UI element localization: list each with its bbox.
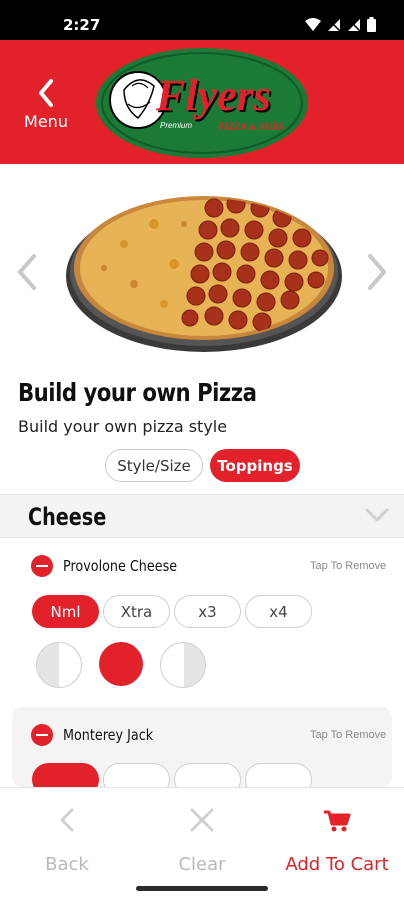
- menu-label: Menu: [24, 112, 68, 131]
- tap-to-remove-link[interactable]: Tap To Remove: [310, 560, 386, 572]
- left-half-icon: [37, 643, 59, 687]
- remove-topping-icon[interactable]: [31, 724, 53, 746]
- topping-name: Monterey Jack: [63, 726, 154, 744]
- section-title: Cheese: [28, 503, 107, 531]
- section-header-cheese[interactable]: Cheese: [0, 494, 404, 538]
- chevron-left-icon: [39, 79, 53, 107]
- product-image-carousel: [0, 164, 404, 364]
- tab-toppings-label: Toppings: [217, 456, 293, 475]
- wifi-icon: [305, 17, 321, 31]
- chevron-down-icon[interactable]: [364, 505, 390, 525]
- amount-x3-button[interactable]: x3: [174, 595, 241, 628]
- battery-icon: [367, 17, 376, 32]
- status-bar: 2:27: [0, 0, 404, 40]
- app-header: Menu Flyers Flyers Premium PIZZA & SUBS: [0, 40, 404, 164]
- amount-xtra-button[interactable]: Xtra: [103, 595, 170, 628]
- add-to-cart-button[interactable]: Add To Cart: [270, 788, 404, 888]
- svg-text:Flyers: Flyers: [155, 71, 271, 120]
- topping-card: Monterey Jack Tap To Remove: [12, 707, 392, 787]
- clear-label: Clear: [178, 854, 226, 875]
- placement-right-half-button[interactable]: [160, 642, 206, 688]
- tab-style-size-label: Style/Size: [117, 456, 191, 475]
- signal-off-icon-2: [348, 18, 361, 32]
- close-icon: [190, 808, 214, 832]
- cart-icon: [324, 810, 351, 832]
- topping-name: Provolone Cheese: [63, 557, 178, 575]
- amount-label: Nml: [50, 602, 81, 621]
- amount-x4-button[interactable]: x4: [245, 595, 312, 628]
- chevron-left-icon[interactable]: [14, 252, 38, 292]
- chevron-right-icon[interactable]: [366, 252, 390, 292]
- amount-xtra-button[interactable]: [103, 763, 170, 787]
- add-to-cart-label: Add To Cart: [285, 854, 389, 875]
- amount-label: x4: [269, 602, 288, 621]
- status-time: 2:27: [63, 16, 101, 34]
- chevron-left-icon: [60, 808, 74, 832]
- pizza-image: [66, 196, 342, 352]
- svg-text:Premium: Premium: [160, 121, 192, 130]
- placement-left-half-button[interactable]: [36, 642, 82, 688]
- remove-topping-icon[interactable]: [31, 555, 53, 577]
- product-title: Build your own Pizza: [18, 378, 257, 407]
- placement-whole-button[interactable]: [99, 642, 143, 686]
- menu-button[interactable]: Menu: [20, 78, 72, 134]
- amount-nml-button[interactable]: Nml: [32, 595, 99, 628]
- amount-x3-button[interactable]: [174, 763, 241, 787]
- right-half-icon: [184, 643, 205, 687]
- back-label: Back: [45, 854, 89, 875]
- amount-x4-button[interactable]: [245, 763, 312, 787]
- amount-label: x3: [198, 602, 217, 621]
- tab-style-size[interactable]: Style/Size: [105, 449, 203, 482]
- product-subtitle: Build your own pizza style: [18, 417, 228, 436]
- tab-toppings[interactable]: Toppings: [210, 449, 300, 482]
- brand-logo: Flyers Flyers Premium PIZZA & SUBS: [94, 46, 310, 165]
- svg-text:PIZZA & SUBS: PIZZA & SUBS: [218, 122, 285, 133]
- amount-label: Xtra: [120, 602, 153, 621]
- clear-button[interactable]: Clear: [135, 788, 269, 888]
- amount-nml-button[interactable]: [32, 763, 99, 787]
- tap-to-remove-link[interactable]: Tap To Remove: [310, 729, 386, 741]
- signal-off-icon: [328, 18, 341, 32]
- home-indicator[interactable]: [136, 886, 268, 891]
- bottom-action-bar: Back Clear Add To Cart: [0, 787, 404, 900]
- back-button[interactable]: Back: [0, 788, 134, 888]
- status-icons: [305, 17, 376, 32]
